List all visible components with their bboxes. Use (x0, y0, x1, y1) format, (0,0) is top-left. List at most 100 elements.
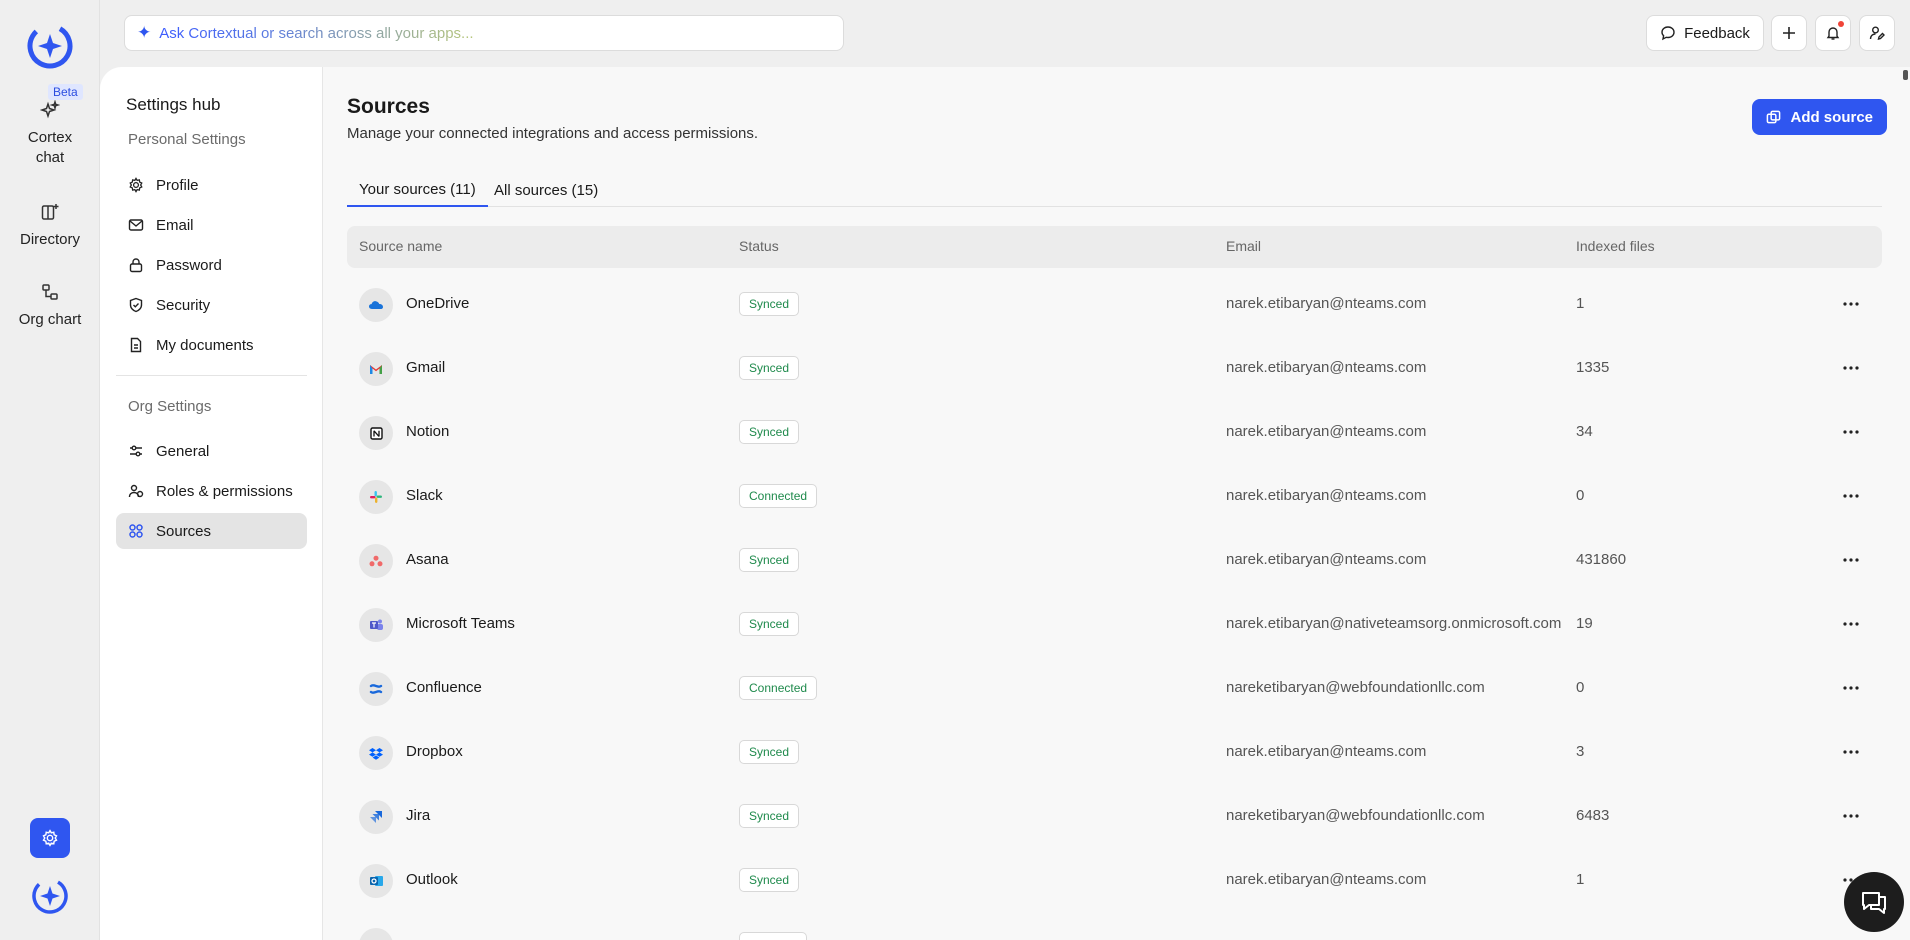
more-options-icon[interactable] (1837, 612, 1865, 636)
scrollbar-thumb[interactable] (1903, 70, 1908, 80)
tab-all-sources[interactable]: All sources (15) (482, 173, 610, 207)
onedrive-icon (359, 288, 393, 322)
nav-item-security[interactable]: Security (116, 287, 307, 323)
status-badge: Synced (739, 292, 800, 316)
table-row[interactable]: Notion Synced narek.etibaryan@nteams.com… (347, 400, 1882, 464)
more-options-icon[interactable] (1837, 484, 1865, 508)
source-name: Outlook (406, 871, 458, 888)
gmail-icon (359, 352, 393, 386)
sparkle-icon (40, 100, 60, 119)
table-row[interactable]: Slack Connected narek.etibaryan@nteams.c… (347, 464, 1882, 528)
status-badge: Synced (739, 612, 800, 636)
profile-button[interactable] (1859, 15, 1895, 51)
nav-item-profile[interactable]: Profile (116, 167, 307, 203)
table-row[interactable]: Outlook Synced narek.etibaryan@nteams.co… (347, 848, 1882, 912)
table-row[interactable]: Jira Synced nareketibaryan@webfoundation… (347, 784, 1882, 848)
nav-item-label: Sources (156, 522, 212, 540)
table-header: Source name Status Email Indexed files (347, 226, 1882, 268)
source-email: narek.etibaryan@nativeteamsorg.onmicroso… (1226, 615, 1562, 632)
indexed-files: 431860 (1576, 551, 1627, 568)
table-row[interactable]: Microsoft Teams Synced narek.etibaryan@n… (347, 592, 1882, 656)
search-input[interactable]: ✦ Ask Cortextual or search across all yo… (124, 15, 844, 51)
nav-item-my-documents[interactable]: My documents (116, 327, 307, 363)
more-options-icon[interactable] (1837, 740, 1865, 764)
sources-content: Sources Manage your connected integratio… (347, 67, 1887, 940)
chat-icon (1862, 892, 1886, 914)
source-email: narek.etibaryan@nteams.com (1226, 295, 1427, 312)
feedback-button[interactable]: Feedback (1646, 15, 1764, 51)
indexed-files: 1335 (1576, 359, 1610, 376)
personal-settings-heading: Personal Settings (128, 131, 246, 148)
table-row[interactable]: Asana Synced narek.etibaryan@nteams.com … (347, 528, 1882, 592)
nav-item-sources[interactable]: Sources (116, 513, 307, 549)
add-source-label: Add source (1790, 108, 1873, 126)
grid-icon (129, 524, 143, 538)
rail-item-label: Directory (19, 231, 80, 248)
column-header-status: Status (739, 238, 779, 254)
table-row[interactable]: OneDrive Synced narek.etibaryan@nteams.c… (347, 272, 1882, 336)
mail-icon (128, 219, 144, 231)
feedback-label: Feedback (1684, 24, 1750, 42)
tab-your-sources[interactable]: Your sources (11) (347, 173, 488, 207)
jira-icon (359, 800, 393, 834)
gear-icon (42, 829, 58, 847)
settings-sidebar: Settings hub Personal Settings Profile E… (100, 67, 323, 940)
source-logo-icon (359, 928, 393, 940)
indexed-files: 0 (1576, 679, 1585, 696)
app-rail: Beta Cortex chat Directory Org chart (0, 0, 100, 940)
user-edit-icon (1869, 26, 1885, 40)
search-placeholder: Ask Cortextual or search across all your… (159, 24, 474, 42)
table-row-partial[interactable] (347, 912, 1882, 940)
more-options-icon[interactable] (1837, 356, 1865, 380)
rail-settings-button[interactable] (30, 818, 70, 858)
directory-icon (41, 204, 59, 220)
more-options-icon[interactable] (1837, 420, 1865, 444)
source-name: Gmail (406, 359, 446, 376)
column-header-email: Email (1226, 238, 1262, 254)
indexed-files: 1 (1576, 295, 1585, 312)
more-options-icon[interactable] (1837, 804, 1865, 828)
add-button[interactable] (1771, 15, 1807, 51)
add-source-icon (1767, 110, 1781, 123)
nav-item-password[interactable]: Password (116, 247, 307, 283)
rail-item-directory[interactable]: Directory (0, 202, 100, 250)
cortex-assistant-icon[interactable] (30, 876, 70, 916)
more-options-icon[interactable] (1837, 292, 1865, 316)
status-badge: Connected (739, 484, 818, 508)
rail-item-cortex-chat[interactable]: Cortex chat (0, 100, 100, 168)
status-badge: Synced (739, 868, 800, 892)
nav-item-label: Email (156, 216, 194, 234)
indexed-files: 34 (1576, 423, 1593, 440)
indexed-files: 0 (1576, 487, 1585, 504)
table-row[interactable]: Confluence Connected nareketibaryan@webf… (347, 656, 1882, 720)
nav-item-label: My documents (156, 336, 254, 354)
indexed-files: 19 (1576, 615, 1593, 632)
support-chat-button[interactable] (1844, 872, 1904, 932)
nav-item-general[interactable]: General (116, 433, 307, 469)
indexed-files: 3 (1576, 743, 1585, 760)
table-row[interactable]: Dropbox Synced narek.etibaryan@nteams.co… (347, 720, 1882, 784)
source-name: Dropbox (406, 743, 463, 760)
nav-item-email[interactable]: Email (116, 207, 307, 243)
more-options-icon[interactable] (1837, 676, 1865, 700)
nav-item-label: Security (156, 296, 211, 314)
status-badge: Synced (739, 548, 800, 572)
source-name: Jira (406, 807, 431, 824)
table-row[interactable]: Gmail Synced narek.etibaryan@nteams.com … (347, 336, 1882, 400)
source-email: narek.etibaryan@nteams.com (1226, 743, 1427, 760)
notifications-button[interactable] (1815, 15, 1851, 51)
source-name: Slack (406, 487, 443, 504)
document-icon (130, 337, 142, 353)
rail-item-label: Org chart (18, 311, 82, 328)
more-options-icon[interactable] (1837, 548, 1865, 572)
app-logo-icon[interactable] (26, 20, 74, 70)
source-name: Confluence (406, 679, 482, 696)
confluence-icon (359, 672, 393, 706)
bell-icon (1826, 27, 1840, 40)
teams-icon (359, 608, 393, 642)
nav-item-roles-permissions[interactable]: Roles & permissions (116, 473, 307, 509)
add-source-button[interactable]: Add source (1752, 99, 1887, 135)
rail-item-org-chart[interactable]: Org chart (0, 282, 100, 330)
status-badge: Synced (739, 356, 800, 380)
page-title: Sources (347, 95, 430, 118)
